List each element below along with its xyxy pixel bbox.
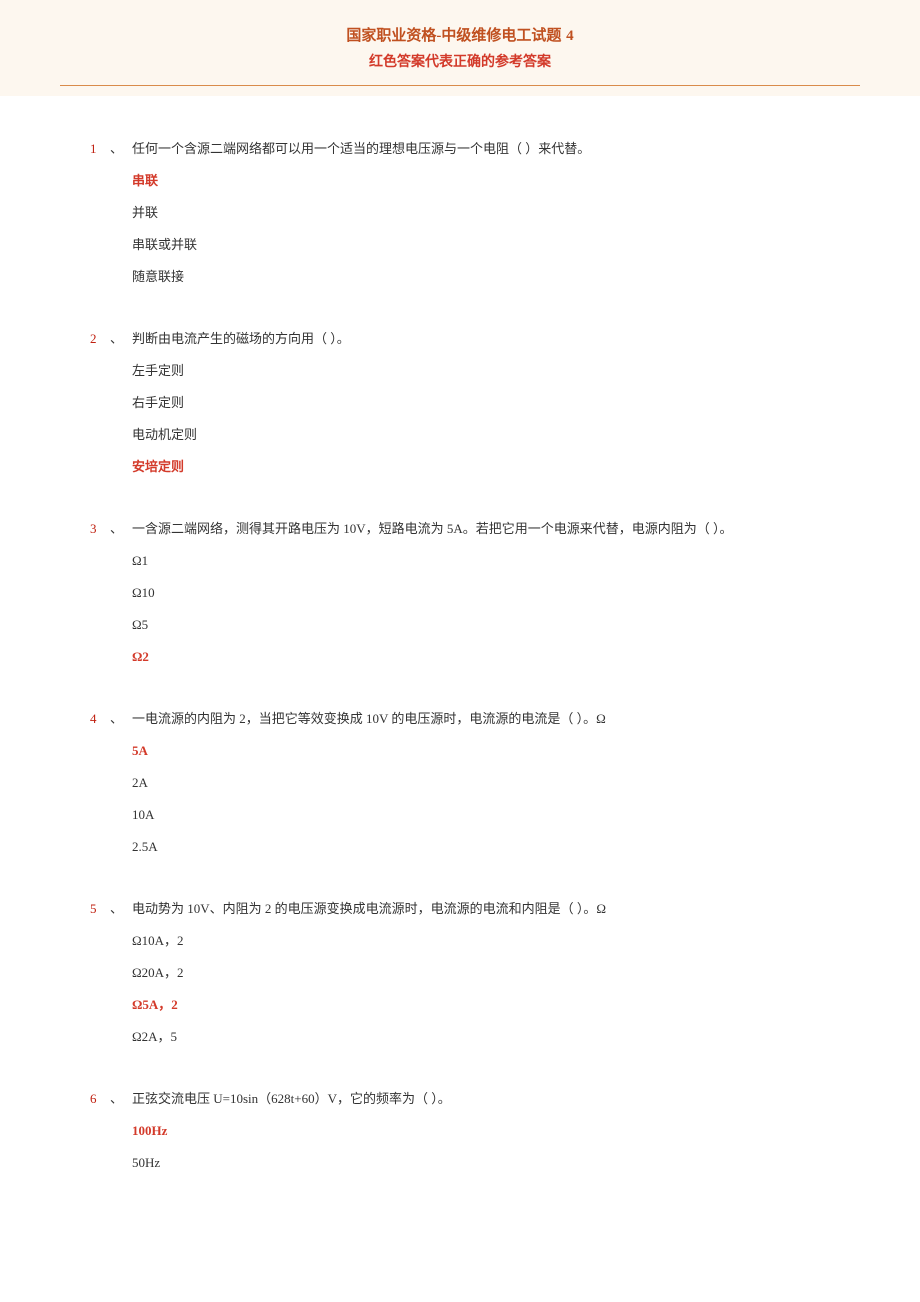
option: 2.5A — [132, 834, 830, 860]
option: 10A — [132, 802, 830, 828]
option: 左手定则 — [132, 358, 830, 384]
question-number: 1 — [90, 136, 110, 162]
document-subtitle: 红色答案代表正确的参考答案 — [60, 51, 860, 71]
question-separator: 、 — [110, 136, 132, 162]
questions-container: 1、任何一个含源二端网络都可以用一个适当的理想电压源与一个电阻（ ）来代替。串联… — [0, 96, 920, 1232]
question-row: 6、正弦交流电压 U=10sin（628t+60）V，它的频率为（ ）。 — [90, 1086, 830, 1112]
option-correct: 串联 — [132, 168, 830, 194]
option: 右手定则 — [132, 390, 830, 416]
option: Ω20A，2 — [132, 960, 830, 986]
option: 50Hz — [132, 1150, 830, 1176]
question-text: 电动势为 10V、内阻为 2 的电压源变换成电流源时，电流源的电流和内阻是（ ）… — [132, 896, 606, 922]
header-divider — [60, 85, 860, 86]
option: Ω10A，2 — [132, 928, 830, 954]
question: 6、正弦交流电压 U=10sin（628t+60）V，它的频率为（ ）。 100H… — [90, 1086, 830, 1176]
option-correct: 5A — [132, 738, 830, 764]
question: 3、一含源二端网络，测得其开路电压为 10V，短路电流为 5A。若把它用一个电源… — [90, 516, 830, 670]
question-separator: 、 — [110, 706, 132, 732]
options-list: 5A 2A 10A 2.5A — [90, 738, 830, 860]
question-text: 一电流源的内阻为 2，当把它等效变换成 10V 的电压源时，电流源的电流是（ ）… — [132, 706, 606, 732]
question-separator: 、 — [110, 516, 132, 542]
question: 5、电动势为 10V、内阻为 2 的电压源变换成电流源时，电流源的电流和内阻是（… — [90, 896, 830, 1050]
option: Ω5 — [132, 612, 830, 638]
question: 4、一电流源的内阻为 2，当把它等效变换成 10V 的电压源时，电流源的电流是（… — [90, 706, 830, 860]
option: 串联或并联 — [132, 232, 830, 258]
option: Ω1 — [132, 548, 830, 574]
question-row: 4、一电流源的内阻为 2，当把它等效变换成 10V 的电压源时，电流源的电流是（… — [90, 706, 830, 732]
question-separator: 、 — [110, 326, 132, 352]
document-header: 国家职业资格-中级维修电工试题 4 红色答案代表正确的参考答案 — [0, 0, 920, 96]
options-list: 串联并联串联或并联随意联接 — [90, 168, 830, 290]
option-correct: Ω2 — [132, 644, 830, 670]
question-text: 正弦交流电压 U=10sin（628t+60）V，它的频率为（ ）。 — [132, 1086, 451, 1112]
option: Ω10 — [132, 580, 830, 606]
options-list: Ω1 Ω10 Ω5 Ω2 — [90, 548, 830, 670]
option-correct: Ω5A，2 — [132, 992, 830, 1018]
question-number: 3 — [90, 516, 110, 542]
option: 电动机定则 — [132, 422, 830, 448]
options-list: Ω10A，2 Ω20A，2 Ω5A，2 Ω2A，5 — [90, 928, 830, 1050]
question-number: 2 — [90, 326, 110, 352]
option-correct: 安培定则 — [132, 454, 830, 480]
question-text: 任何一个含源二端网络都可以用一个适当的理想电压源与一个电阻（ ）来代替。 — [132, 136, 590, 162]
option-correct: 100Hz — [132, 1118, 830, 1144]
question-text: 一含源二端网络，测得其开路电压为 10V，短路电流为 5A。若把它用一个电源来代… — [132, 516, 733, 542]
option: 2A — [132, 770, 830, 796]
question: 1、任何一个含源二端网络都可以用一个适当的理想电压源与一个电阻（ ）来代替。串联… — [90, 136, 830, 290]
question: 2、判断由电流产生的磁场的方向用（ ）。左手定则右手定则电动机定则安培定则 — [90, 326, 830, 480]
option: 随意联接 — [132, 264, 830, 290]
question-row: 5、电动势为 10V、内阻为 2 的电压源变换成电流源时，电流源的电流和内阻是（… — [90, 896, 830, 922]
options-list: 左手定则右手定则电动机定则安培定则 — [90, 358, 830, 480]
question-separator: 、 — [110, 896, 132, 922]
question-number: 5 — [90, 896, 110, 922]
question-text: 判断由电流产生的磁场的方向用（ ）。 — [132, 326, 350, 352]
options-list: 100Hz 50Hz — [90, 1118, 830, 1176]
question-row: 1、任何一个含源二端网络都可以用一个适当的理想电压源与一个电阻（ ）来代替。 — [90, 136, 830, 162]
question-number: 6 — [90, 1086, 110, 1112]
question-row: 3、一含源二端网络，测得其开路电压为 10V，短路电流为 5A。若把它用一个电源… — [90, 516, 830, 542]
question-separator: 、 — [110, 1086, 132, 1112]
question-row: 2、判断由电流产生的磁场的方向用（ ）。 — [90, 326, 830, 352]
option: 并联 — [132, 200, 830, 226]
option: Ω2A，5 — [132, 1024, 830, 1050]
question-number: 4 — [90, 706, 110, 732]
document-title: 国家职业资格-中级维修电工试题 4 — [60, 24, 860, 45]
